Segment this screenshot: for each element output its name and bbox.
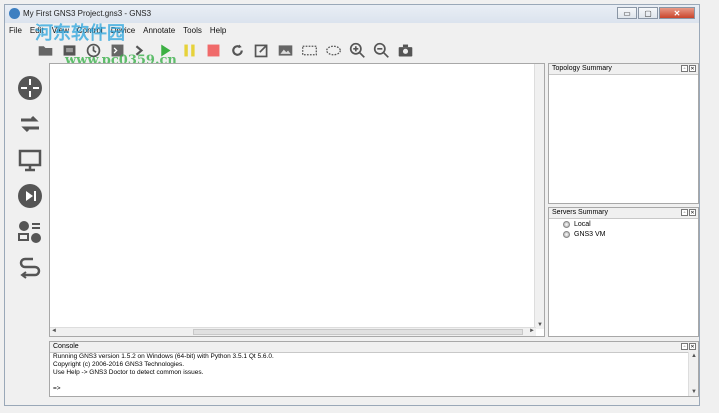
security-devices-icon[interactable] <box>15 181 45 211</box>
console-line: Running GNS3 version 1.5.2 on Windows (6… <box>53 353 274 360</box>
scroll-down-icon[interactable]: ▼ <box>537 322 543 328</box>
console-line: Use Help -> GNS3 Doctor to detect common… <box>53 369 204 376</box>
server-name: Local <box>574 220 591 228</box>
menu-annotate[interactable]: Annotate <box>139 24 179 38</box>
end-devices-icon[interactable] <box>15 145 45 175</box>
switches-icon[interactable] <box>15 109 45 139</box>
float-panel-icon[interactable]: ▫ <box>681 209 688 216</box>
topology-summary-title: Topology Summary <box>552 65 612 72</box>
menu-tools[interactable]: Tools <box>179 24 206 38</box>
draw-rectangle-icon[interactable] <box>299 40 319 60</box>
canvas-vertical-scrollbar[interactable]: ▼ <box>534 64 544 329</box>
maximize-button[interactable]: ▢ <box>638 7 658 19</box>
close-panel-icon[interactable]: ✕ <box>689 209 696 216</box>
server-name: GNS3 VM <box>574 230 606 238</box>
reload-icon[interactable] <box>227 40 247 60</box>
zoom-out-icon[interactable] <box>371 40 391 60</box>
device-sidebar <box>13 67 47 292</box>
server-status-icon <box>563 230 570 238</box>
scroll-right-icon[interactable]: ► <box>529 328 535 334</box>
horizontal-scroll-thumb[interactable] <box>193 329 523 335</box>
server-item[interactable]: Local <box>549 219 698 229</box>
topology-summary-panel: Topology Summary ▫ ✕ <box>548 63 699 204</box>
topology-canvas[interactable]: ▼ ◄ ► <box>49 63 545 337</box>
console-title: Console <box>53 343 79 350</box>
servers-summary-panel: Servers Summary ▫ ✕ Local GNS3 VM <box>548 207 699 337</box>
console-scrollbar[interactable]: ▲ ▼ <box>688 352 698 396</box>
zoom-in-icon[interactable] <box>347 40 367 60</box>
scroll-left-icon[interactable]: ◄ <box>51 328 57 334</box>
menu-help[interactable]: Help <box>206 24 230 38</box>
float-panel-icon[interactable]: ▫ <box>681 343 688 350</box>
server-item[interactable]: GNS3 VM <box>549 229 698 239</box>
minimize-button[interactable]: ▭ <box>617 7 637 19</box>
add-link-icon[interactable] <box>15 253 45 283</box>
close-panel-icon[interactable]: ✕ <box>689 65 696 72</box>
menu-file[interactable]: File <box>5 24 26 38</box>
console-prompt[interactable]: => <box>50 385 698 393</box>
close-panel-icon[interactable]: ✕ <box>689 343 696 350</box>
scroll-down-icon[interactable]: ▼ <box>691 389 697 395</box>
suspend-icon[interactable] <box>179 40 199 60</box>
insert-image-icon[interactable] <box>275 40 295 60</box>
screenshot-icon[interactable] <box>395 40 415 60</box>
servers-summary-title: Servers Summary <box>552 209 609 216</box>
console-line: Copyright (c) 2006-2016 GNS3 Technologie… <box>53 361 185 368</box>
add-note-icon[interactable] <box>251 40 271 60</box>
window-title: My First GNS3 Project.gns3 - GNS3 <box>23 9 152 18</box>
console-panel: Console ▫ ✕ Running GNS3 version 1.5.2 o… <box>49 341 699 397</box>
watermark-text: 河东软件园 <box>35 23 125 44</box>
gns3-window: My First GNS3 Project.gns3 - GNS3 ▭ ▢ ✕ … <box>4 4 700 406</box>
canvas-horizontal-scrollbar[interactable]: ◄ ► <box>50 327 536 336</box>
gns3-logo-icon <box>9 8 20 19</box>
scroll-up-icon[interactable]: ▲ <box>691 353 697 359</box>
all-devices-icon[interactable] <box>15 217 45 247</box>
server-status-icon <box>563 220 570 228</box>
stop-icon[interactable] <box>203 40 223 60</box>
draw-ellipse-icon[interactable] <box>323 40 343 60</box>
float-panel-icon[interactable]: ▫ <box>681 65 688 72</box>
routers-icon[interactable] <box>15 73 45 103</box>
close-button[interactable]: ✕ <box>659 7 695 19</box>
